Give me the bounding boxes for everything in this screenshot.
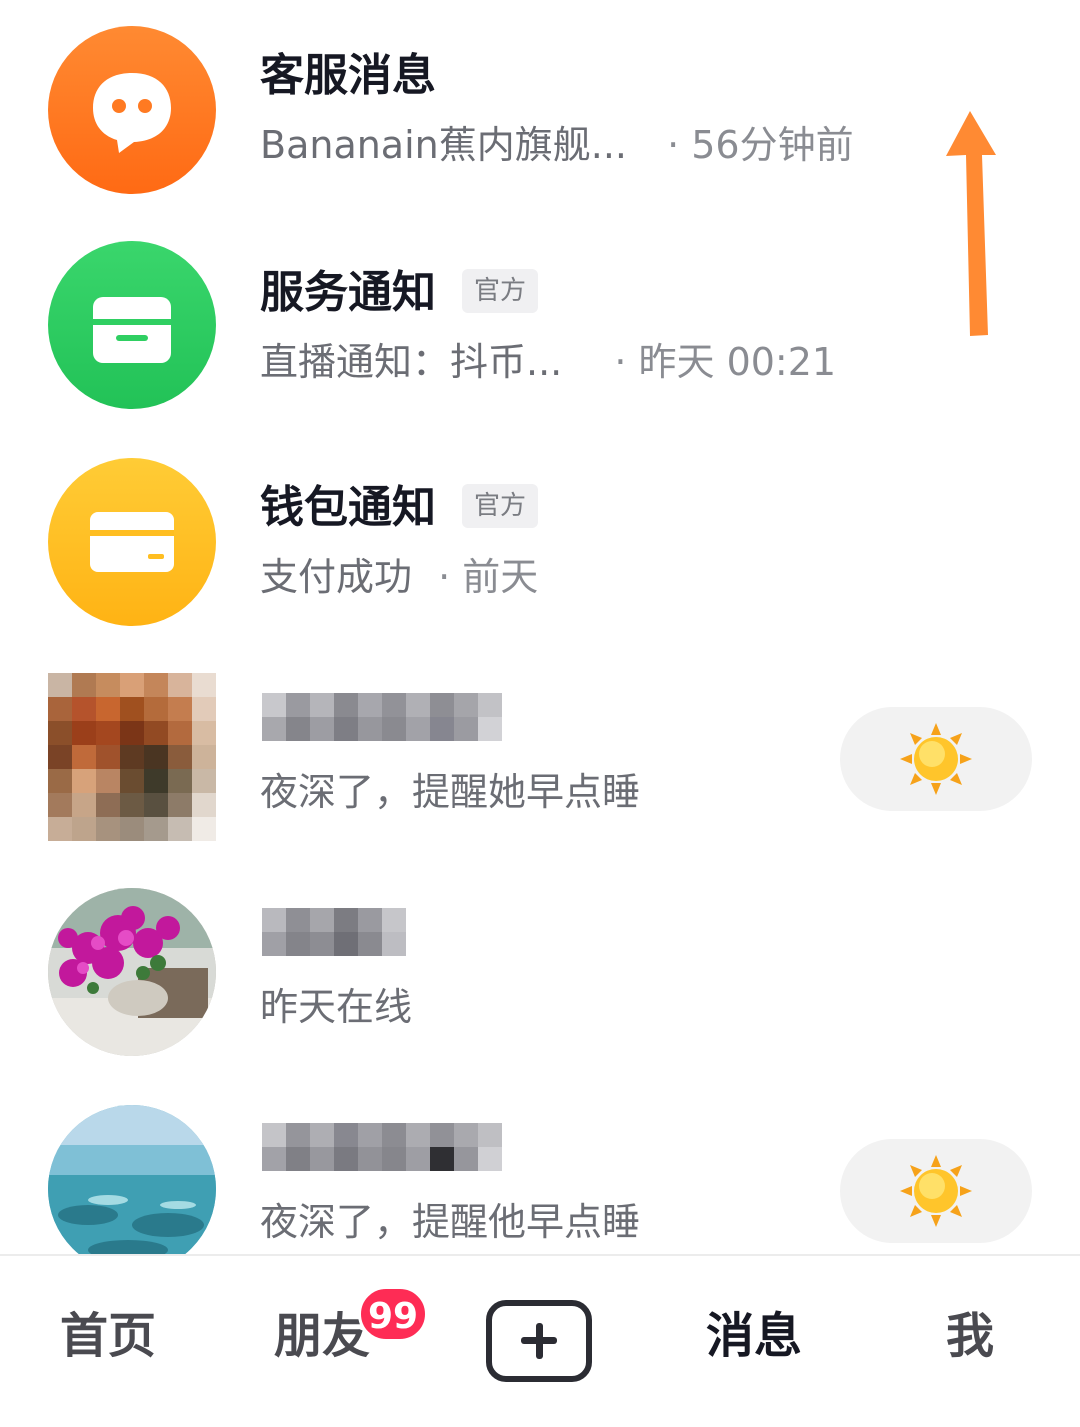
message-preview: Bananain蕉内旗舰... · 56分钟前 (260, 126, 854, 164)
official-badge: 官方 (462, 484, 539, 528)
official-badge: 官方 (462, 269, 539, 313)
flower-photo-avatar (48, 888, 216, 1056)
friend-avatar (48, 1105, 216, 1254)
tab-me[interactable]: 我 (946, 1312, 994, 1360)
customer-service-avatar (48, 26, 216, 194)
message-preview-text: 夜深了，提醒她早点睡 (260, 770, 641, 814)
sun-icon (900, 723, 972, 795)
card-icon (90, 512, 174, 572)
message-item-customer-service[interactable]: 客服消息 Bananain蕉内旗舰... · 56分钟前 (0, 0, 1080, 215)
service-notice-avatar (48, 241, 216, 409)
chat-bubble-icon (93, 73, 171, 153)
message-preview-text: 直播通知：抖币... (260, 340, 563, 384)
message-preview-text: 昨天在线 (260, 985, 413, 1029)
message-preview: 支付成功 · 前天 (260, 558, 538, 596)
message-title: 钱包通知 (260, 482, 436, 533)
pixelated-avatar-image (48, 673, 216, 841)
message-item-friend[interactable]: 夜深了，提醒她早点睡 (0, 645, 1080, 860)
message-item-service-notice[interactable]: 服务通知 官方 直播通知：抖币... · 昨天 00:21 (0, 215, 1080, 430)
wallet-notice-avatar (48, 458, 216, 626)
message-preview-text: 夜深了，提醒他早点睡 (260, 1200, 641, 1244)
tab-friends[interactable]: 朋友 (274, 1312, 370, 1360)
inbox-tray-icon (93, 297, 171, 363)
friend-avatar (48, 673, 216, 841)
message-title: 服务通知 (260, 267, 436, 318)
messages-page: 客服消息 Bananain蕉内旗舰... · 56分钟前 服务通知 官方 直播通… (0, 0, 1080, 1427)
tab-home[interactable]: 首页 (60, 1312, 156, 1360)
friend-avatar (48, 888, 216, 1056)
goodnight-reminder-button[interactable] (840, 707, 1032, 811)
message-time: · 前天 (438, 555, 539, 599)
sea-photo-avatar (48, 1105, 216, 1254)
message-item-friend[interactable]: 昨天在线 (0, 860, 1080, 1075)
message-item-friend[interactable]: 夜深了，提醒他早点睡 (0, 1075, 1080, 1254)
message-title: 客服消息 (260, 50, 436, 101)
tab-messages[interactable]: 消息 (706, 1312, 802, 1360)
sun-icon (900, 1155, 972, 1227)
friends-unread-badge: 99 (358, 1286, 428, 1342)
create-button[interactable] (486, 1300, 592, 1382)
goodnight-reminder-button[interactable] (840, 1139, 1032, 1243)
message-preview: 直播通知：抖币... · 昨天 00:21 (260, 343, 836, 381)
message-item-wallet-notice[interactable]: 钱包通知 官方 支付成功 · 前天 (0, 430, 1080, 645)
pixelated-friend-name (262, 908, 406, 956)
message-time: · 56分钟前 (667, 123, 854, 167)
message-time: · 昨天 00:21 (614, 340, 837, 384)
message-preview-text: 支付成功 (260, 555, 413, 599)
plus-icon (521, 1323, 557, 1359)
pixelated-friend-name (262, 1123, 502, 1171)
pixelated-friend-name (262, 693, 502, 741)
bottom-tab-bar: 首页 朋友 99 消息 我 (0, 1254, 1080, 1427)
message-preview-text: Bananain蕉内旗舰... (260, 123, 627, 167)
